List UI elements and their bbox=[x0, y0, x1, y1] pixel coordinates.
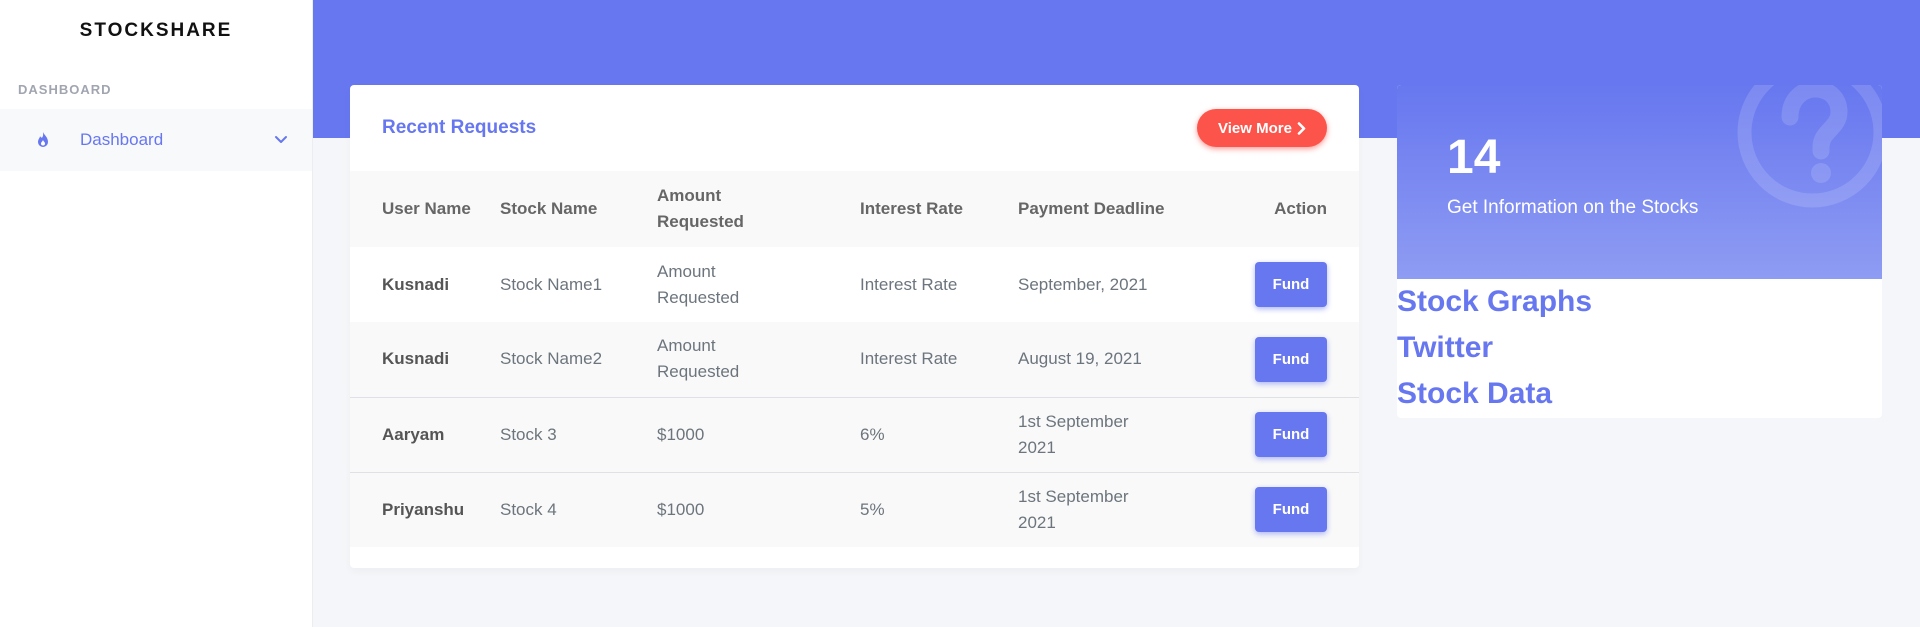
cell-user-name: Priyanshu bbox=[350, 471, 500, 547]
table-row: Aaryam Stock 3 $1000 6% 1st September 20… bbox=[350, 396, 1359, 472]
chevron-down-icon[interactable] bbox=[274, 135, 288, 145]
table-row: Priyanshu Stock 4 $1000 5% 1st September… bbox=[350, 471, 1359, 547]
recent-requests-card: Recent Requests View More User Name Stoc… bbox=[350, 85, 1359, 568]
cell-amount: Amount Requested bbox=[657, 322, 860, 397]
stock-info-card: 14 Get Information on the Stocks Stock G… bbox=[1397, 85, 1882, 418]
sidebar-section-header: DASHBOARD bbox=[18, 82, 112, 97]
column-header-user-name: User Name bbox=[350, 171, 500, 247]
column-header-stock-name: Stock Name bbox=[500, 171, 657, 247]
cell-action: Fund bbox=[1226, 322, 1359, 397]
cell-interest-rate: Interest Rate bbox=[860, 322, 1018, 397]
sidebar: STOCKSHARE DASHBOARD Dashboard bbox=[0, 0, 313, 627]
cell-payment-deadline: 1st September 2021 bbox=[1018, 396, 1226, 472]
cell-interest-rate: 6% bbox=[860, 396, 1018, 472]
stock-count: 14 bbox=[1447, 131, 1501, 184]
column-header-action: Action bbox=[1226, 171, 1359, 247]
cell-interest-rate: 5% bbox=[860, 471, 1018, 547]
cell-stock-name: Stock 4 bbox=[500, 471, 657, 547]
question-circle-icon bbox=[1735, 85, 1882, 210]
fund-button[interactable]: Fund bbox=[1255, 336, 1327, 382]
cell-action: Fund bbox=[1226, 471, 1359, 547]
sidebar-item-dashboard[interactable]: Dashboard bbox=[0, 109, 312, 171]
view-more-label: View More bbox=[1218, 119, 1292, 137]
info-card-caption: Get Information on the Stocks bbox=[1447, 197, 1699, 218]
column-header-payment-deadline: Payment Deadline bbox=[1018, 171, 1226, 247]
cell-amount: $1000 bbox=[657, 471, 860, 547]
cell-user-name: Kusnadi bbox=[350, 322, 500, 397]
cell-stock-name: Stock 3 bbox=[500, 396, 657, 472]
cell-amount: $1000 bbox=[657, 396, 860, 472]
stock-data-link[interactable]: Stock Data bbox=[1397, 371, 1882, 417]
cell-user-name: Kusnadi bbox=[350, 247, 500, 322]
cell-action: Fund bbox=[1226, 396, 1359, 472]
cell-stock-name: Stock Name2 bbox=[500, 322, 657, 397]
view-more-button[interactable]: View More bbox=[1197, 109, 1327, 147]
cell-payment-deadline: September, 2021 bbox=[1018, 247, 1226, 322]
fund-button[interactable]: Fund bbox=[1255, 262, 1327, 307]
table-header-row: User Name Stock Name Amount Requested In… bbox=[350, 171, 1359, 247]
cell-payment-deadline: August 19, 2021 bbox=[1018, 322, 1226, 397]
table-row: Kusnadi Stock Name2 Amount Requested Int… bbox=[350, 322, 1359, 397]
table-row: Kusnadi Stock Name1 Amount Requested Int… bbox=[350, 247, 1359, 322]
info-card-hero: 14 Get Information on the Stocks bbox=[1397, 85, 1882, 279]
fund-button[interactable]: Fund bbox=[1255, 412, 1327, 457]
card-title: Recent Requests bbox=[382, 117, 537, 138]
fund-button[interactable]: Fund bbox=[1255, 487, 1327, 533]
column-header-interest-rate: Interest Rate bbox=[860, 171, 1018, 247]
cell-action: Fund bbox=[1226, 247, 1359, 322]
cell-interest-rate: Interest Rate bbox=[860, 247, 1018, 322]
info-card-links: Stock Graphs Twitter Stock Data bbox=[1397, 279, 1882, 417]
stock-graphs-link[interactable]: Stock Graphs bbox=[1397, 279, 1882, 325]
twitter-link[interactable]: Twitter bbox=[1397, 325, 1882, 371]
card-header: Recent Requests View More bbox=[350, 85, 1359, 171]
chevron-right-icon bbox=[1297, 121, 1306, 135]
brand-logo[interactable]: STOCKSHARE bbox=[0, 0, 312, 62]
cell-user-name: Aaryam bbox=[350, 396, 500, 472]
sidebar-item-label: Dashboard bbox=[80, 130, 164, 149]
cell-stock-name: Stock Name1 bbox=[500, 247, 657, 322]
cell-payment-deadline: 1st September 2021 bbox=[1018, 471, 1226, 547]
column-header-amount-requested: Amount Requested bbox=[657, 171, 860, 247]
cell-amount: Amount Requested bbox=[657, 247, 860, 322]
fire-icon bbox=[36, 132, 50, 148]
requests-table: User Name Stock Name Amount Requested In… bbox=[350, 171, 1359, 547]
